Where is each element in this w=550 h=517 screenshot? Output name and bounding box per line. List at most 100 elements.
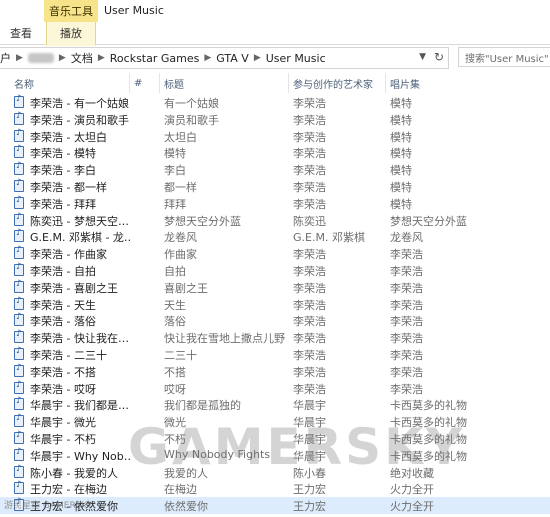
file-artist: 陈奕迅 — [293, 214, 326, 228]
file-row[interactable]: 华晨宇 - 我们都是… 我们都是孤独的 华晨宇 卡西莫多的礼物 — [0, 396, 550, 413]
watermark-small: 游民星空 GAMERSKY — [4, 501, 93, 511]
music-file-icon — [14, 262, 24, 276]
chevron-right-icon: ▶ — [253, 53, 261, 63]
chevron-right-icon: ▶ — [204, 53, 212, 63]
file-row[interactable]: 李荣浩 - 喜剧之王 喜剧之王 李荣浩 李荣浩 — [0, 279, 550, 296]
file-title: 拜拜 — [164, 197, 186, 211]
file-title: 梦想天空分外蓝 — [164, 214, 241, 228]
file-row[interactable]: 李荣浩 - 有一个姑娘 有一个姑娘 李荣浩 模特 — [0, 94, 550, 111]
music-file-icon — [14, 212, 24, 226]
file-name: 李荣浩 - 天生 — [30, 298, 96, 312]
file-name: 李荣浩 - 演员和歌手 — [30, 113, 129, 127]
file-row[interactable]: 李荣浩 - 太坦白 太坦白 李荣浩 模特 — [0, 128, 550, 145]
file-album: 火力全开 — [390, 483, 434, 497]
music-file-icon — [14, 178, 24, 192]
file-row[interactable]: 李荣浩 - 哎呀 哎呀 李荣浩 李荣浩 — [0, 380, 550, 397]
file-row[interactable]: 李荣浩 - 作曲家 作曲家 李荣浩 李荣浩 — [0, 245, 550, 262]
file-name: 陈小春 - 我爱的人 — [30, 466, 118, 480]
file-title: 二三十 — [164, 348, 197, 362]
file-album: 李荣浩 — [390, 248, 423, 262]
file-row[interactable]: 陈奕迅 - 梦想天空… 梦想天空分外蓝 陈奕迅 梦想天空分外蓝 — [0, 212, 550, 229]
breadcrumb-gta-v[interactable]: GTA V — [216, 52, 249, 65]
watermark: GAMERSKY — [128, 418, 466, 476]
chevron-down-icon[interactable]: ▼ — [419, 52, 426, 62]
music-tools-contextual-tab[interactable]: 音乐工具 — [44, 0, 98, 22]
file-title: 自拍 — [164, 264, 186, 278]
file-artist: 华晨宇 — [293, 399, 326, 413]
search-input[interactable]: 搜索"User Music" — [458, 47, 550, 67]
music-file-icon — [14, 296, 24, 310]
file-artist: 李荣浩 — [293, 197, 326, 211]
file-row[interactable]: 李荣浩 - 二三十 二三十 李荣浩 李荣浩 — [0, 346, 550, 363]
file-name: 李荣浩 - 快让我在… — [30, 332, 129, 346]
window-title: User Music — [104, 4, 164, 17]
file-album: 模特 — [390, 113, 412, 127]
file-row[interactable]: 李荣浩 - 都一样 都一样 李荣浩 模特 — [0, 178, 550, 195]
music-file-icon — [14, 144, 24, 159]
file-row[interactable]: 李荣浩 - 模特 模特 李荣浩 模特 — [0, 144, 550, 161]
file-row[interactable]: 李荣浩 - 拜拜 拜拜 李荣浩 模特 — [0, 195, 550, 212]
file-title: 快让我在雪地上撒点儿野 — [164, 332, 285, 346]
file-row[interactable]: 李荣浩 - 李白 李白 李荣浩 模特 — [0, 161, 550, 178]
column-title[interactable]: 标题 — [160, 73, 289, 93]
music-file-icon — [14, 94, 24, 108]
file-title: 依然爱你 — [164, 500, 208, 514]
file-title: 我们都是孤独的 — [164, 399, 241, 413]
column-artist[interactable]: 参与创作的艺术家 — [289, 73, 386, 93]
file-row[interactable]: 李荣浩 - 不搭 不搭 李荣浩 李荣浩 — [0, 363, 550, 380]
file-title: 太坦白 — [164, 130, 197, 144]
column-album[interactable]: 唱片集 — [386, 73, 526, 93]
music-file-icon — [14, 430, 24, 444]
refresh-icon[interactable]: ↻ — [434, 50, 444, 64]
file-title: 都一样 — [164, 180, 197, 194]
file-artist: 李荣浩 — [293, 130, 326, 144]
file-title: 模特 — [164, 147, 186, 161]
chevron-right-icon: ▶ — [16, 53, 23, 63]
file-artist: 李荣浩 — [293, 382, 326, 396]
music-file-icon — [14, 312, 24, 327]
file-album: 模特 — [390, 147, 412, 161]
file-artist: 李荣浩 — [293, 315, 326, 329]
file-name: 李荣浩 - 二三十 — [30, 348, 107, 362]
file-album: 卡西莫多的礼物 — [390, 399, 467, 413]
file-name: 李荣浩 - 落俗 — [30, 315, 96, 329]
file-artist: 李荣浩 — [293, 348, 326, 362]
file-album: 模特 — [390, 130, 412, 144]
file-artist: 李荣浩 — [293, 164, 326, 178]
breadcrumb-rockstar-games[interactable]: Rockstar Games — [110, 52, 200, 65]
file-row[interactable]: 王力宏 - 在梅边 在梅边 王力宏 火力全开 — [0, 480, 550, 497]
music-file-icon — [14, 346, 24, 360]
breadcrumb-user[interactable]: 户 — [0, 50, 11, 66]
file-artist: 李荣浩 — [293, 97, 326, 110]
file-name: 华晨宇 - 微光 — [30, 416, 96, 430]
music-file-icon — [14, 447, 24, 461]
file-title: 哎呀 — [164, 382, 186, 396]
file-title: 演员和歌手 — [164, 113, 219, 127]
file-name: 李荣浩 - 拜拜 — [30, 197, 96, 211]
file-album: 模特 — [390, 164, 412, 178]
file-artist: 李荣浩 — [293, 147, 326, 161]
file-title: 作曲家 — [164, 248, 197, 262]
file-row[interactable]: 李荣浩 - 天生 天生 李荣浩 李荣浩 — [0, 296, 550, 313]
breadcrumb-user-music[interactable]: User Music — [266, 52, 326, 65]
file-row[interactable]: 李荣浩 - 演员和歌手 演员和歌手 李荣浩 模特 — [0, 111, 550, 128]
file-row[interactable]: 李荣浩 - 落俗 落俗 李荣浩 李荣浩 — [0, 312, 550, 329]
file-title: 有一个姑娘 — [164, 97, 219, 110]
file-name: 陈奕迅 - 梦想天空… — [30, 214, 129, 228]
tab-play[interactable]: 播放 — [46, 22, 96, 46]
address-bar-row: 户 ▶ ▶ 文档 ▶ Rockstar Games ▶ GTA V ▶ User… — [0, 47, 550, 69]
file-name: 王力宏 - 在梅边 — [30, 483, 107, 497]
file-row[interactable]: G.E.M. 邓紫棋 - 龙… 龙卷风 G.E.M. 邓紫棋 龙卷风 — [0, 228, 550, 245]
music-file-icon — [14, 413, 24, 428]
chevron-right-icon: ▶ — [97, 53, 105, 63]
file-row[interactable]: 李荣浩 - 快让我在…快让我在雪地上撒点儿野李荣浩李荣浩 — [0, 329, 550, 346]
file-artist: 李荣浩 — [293, 281, 326, 295]
breadcrumb-documents[interactable]: 文档 — [71, 50, 93, 66]
column-number[interactable]: # — [130, 73, 160, 93]
file-row[interactable]: 李荣浩 - 自拍 自拍 李荣浩 李荣浩 — [0, 262, 550, 279]
tab-view[interactable]: 查看 — [10, 22, 32, 44]
address-bar[interactable]: 户 ▶ ▶ 文档 ▶ Rockstar Games ▶ GTA V ▶ User… — [0, 47, 449, 69]
file-name: 李荣浩 - 自拍 — [30, 264, 96, 278]
column-name[interactable]: 名称 — [10, 73, 130, 93]
file-name: 李荣浩 - 作曲家 — [30, 248, 107, 262]
